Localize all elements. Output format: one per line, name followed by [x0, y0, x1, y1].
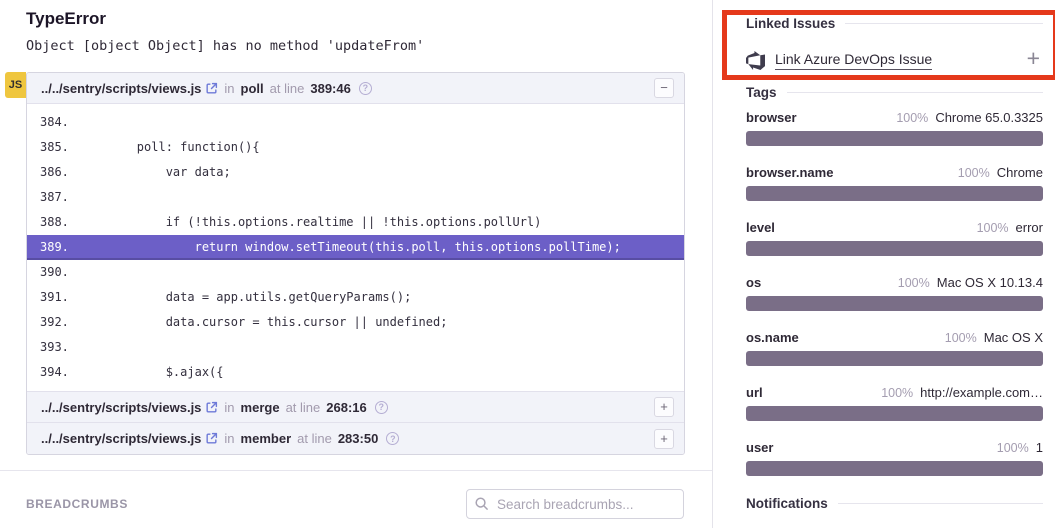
- tag-key: browser: [746, 110, 797, 125]
- linked-issues-header: Linked Issues: [746, 16, 1043, 31]
- add-linked-issue-button[interactable]: +: [1027, 45, 1040, 71]
- tags-header: Tags: [746, 85, 1043, 100]
- expand-frame-button[interactable]: +: [654, 429, 674, 449]
- collapse-frame-button[interactable]: −: [654, 78, 674, 98]
- frame-atline-label: at line: [270, 81, 305, 96]
- code-line: 394. $.ajax({: [27, 360, 684, 385]
- tag-value: Chrome 65.0.3325: [935, 110, 1043, 125]
- tag-key: level: [746, 220, 775, 235]
- tag-key: os.name: [746, 330, 799, 345]
- expand-frame-button[interactable]: +: [654, 397, 674, 417]
- tag-distribution-bar[interactable]: [746, 241, 1043, 256]
- header-rule: [838, 503, 1043, 504]
- code-line: 390.: [27, 260, 684, 285]
- main-content: TypeError Object [object Object] has no …: [0, 0, 712, 528]
- tag-percent: 100%: [881, 386, 913, 400]
- code-line: 393.: [27, 335, 684, 360]
- tag-percent: 100%: [896, 111, 928, 125]
- tag-value: Mac OS X 10.13.4: [937, 275, 1043, 290]
- tag-value: error: [1016, 220, 1043, 235]
- frame-file-path[interactable]: ../../sentry/scripts/views.js: [41, 81, 201, 96]
- header-rule: [845, 23, 1043, 24]
- frame-function-name: poll: [241, 81, 264, 96]
- tag-percent: 100%: [958, 166, 990, 180]
- tag-key: url: [746, 385, 763, 400]
- tag-distribution-bar[interactable]: [746, 351, 1043, 366]
- search-icon: [474, 496, 489, 516]
- tag-key: os: [746, 275, 761, 290]
- tag-value: Chrome: [997, 165, 1043, 180]
- tag-value: Mac OS X: [984, 330, 1043, 345]
- external-link-icon[interactable]: [205, 432, 218, 445]
- notifications-header: Notifications: [746, 496, 1043, 511]
- section-divider: [0, 470, 712, 471]
- linked-issue-row: Link Azure DevOps Issue +: [746, 47, 1043, 73]
- code-line: 384.: [27, 110, 684, 135]
- tag-value: 1: [1036, 440, 1043, 455]
- frame-in-label: in: [224, 400, 234, 415]
- frame-function-name: merge: [241, 400, 280, 415]
- link-azure-devops-issue-link[interactable]: Link Azure DevOps Issue: [775, 51, 932, 70]
- frame-line-number: 268:16: [326, 400, 366, 415]
- sidebar: Linked Issues Link Azure DevOps Issue + …: [712, 0, 1055, 528]
- external-link-icon[interactable]: [205, 82, 218, 95]
- tag-distribution-bar[interactable]: [746, 186, 1043, 201]
- code-line: 392. data.cursor = this.cursor || undefi…: [27, 310, 684, 335]
- tag-distribution-bar[interactable]: [746, 296, 1043, 311]
- frame-in-label: in: [224, 81, 234, 96]
- tag-percent: 100%: [898, 276, 930, 290]
- source-code-context: 384. 385. poll: function(){ 386. var dat…: [27, 104, 684, 392]
- tag-percent: 100%: [977, 221, 1009, 235]
- external-link-icon[interactable]: [205, 401, 218, 414]
- tag-row-os-name: os.name 100% Mac OS X: [746, 330, 1043, 380]
- frame-file-path[interactable]: ../../sentry/scripts/views.js: [41, 400, 201, 415]
- code-line: 385. poll: function(){: [27, 135, 684, 160]
- linked-issues-heading-label: Linked Issues: [746, 16, 835, 31]
- tag-key: user: [746, 440, 773, 455]
- tag-row-user: user 100% 1: [746, 440, 1043, 490]
- stacktrace-panel: JS ../../sentry/scripts/views.js in poll…: [26, 72, 685, 455]
- breadcrumbs-heading: BREADCRUMBS: [26, 497, 128, 511]
- stack-frame-header-merge[interactable]: ../../sentry/scripts/views.js in merge a…: [27, 392, 684, 423]
- tag-row-browser-name: browser.name 100% Chrome: [746, 165, 1043, 215]
- azure-devops-icon: [746, 51, 765, 70]
- code-line-highlighted-crash: 389. return window.setTimeout(this.poll,…: [27, 235, 684, 260]
- frame-line-number: 283:50: [338, 431, 378, 446]
- frame-function-name: member: [241, 431, 292, 446]
- header-rule: [787, 92, 1043, 93]
- frame-file-path[interactable]: ../../sentry/scripts/views.js: [41, 431, 201, 446]
- help-question-icon[interactable]: ?: [359, 82, 372, 95]
- tag-percent: 100%: [945, 331, 977, 345]
- tags-heading-label: Tags: [746, 85, 777, 100]
- platform-js-badge: JS: [5, 72, 26, 98]
- frame-atline-label: at line: [297, 431, 332, 446]
- tag-row-os: os 100% Mac OS X 10.13.4: [746, 275, 1043, 325]
- notifications-heading-label: Notifications: [746, 496, 828, 511]
- frame-line-number: 389:46: [310, 81, 350, 96]
- search-breadcrumbs-input[interactable]: [466, 489, 684, 519]
- help-question-icon[interactable]: ?: [375, 401, 388, 414]
- tag-distribution-bar[interactable]: [746, 131, 1043, 146]
- tag-distribution-bar[interactable]: [746, 406, 1043, 421]
- tag-value: http://example.com…: [920, 385, 1043, 400]
- frame-in-label: in: [224, 431, 234, 446]
- help-question-icon[interactable]: ?: [386, 432, 399, 445]
- tag-percent: 100%: [997, 441, 1029, 455]
- stack-frame-header-member[interactable]: ../../sentry/scripts/views.js in member …: [27, 423, 684, 454]
- page-title: TypeError: [26, 9, 106, 29]
- code-line: 391. data = app.utils.getQueryParams();: [27, 285, 684, 310]
- tag-key: browser.name: [746, 165, 833, 180]
- tag-row-url: url 100% http://example.com…: [746, 385, 1043, 435]
- tag-distribution-bar[interactable]: [746, 461, 1043, 476]
- breadcrumbs-search: [466, 489, 684, 519]
- error-message: Object [object Object] has no method 'up…: [26, 38, 424, 54]
- stack-frame-header-poll[interactable]: ../../sentry/scripts/views.js in poll at…: [27, 73, 684, 104]
- frame-atline-label: at line: [286, 400, 321, 415]
- tag-row-level: level 100% error: [746, 220, 1043, 270]
- tag-row-browser: browser 100% Chrome 65.0.3325: [746, 110, 1043, 160]
- code-line: 388. if (!this.options.realtime || !this…: [27, 210, 684, 235]
- code-line: 386. var data;: [27, 160, 684, 185]
- code-line: 387.: [27, 185, 684, 210]
